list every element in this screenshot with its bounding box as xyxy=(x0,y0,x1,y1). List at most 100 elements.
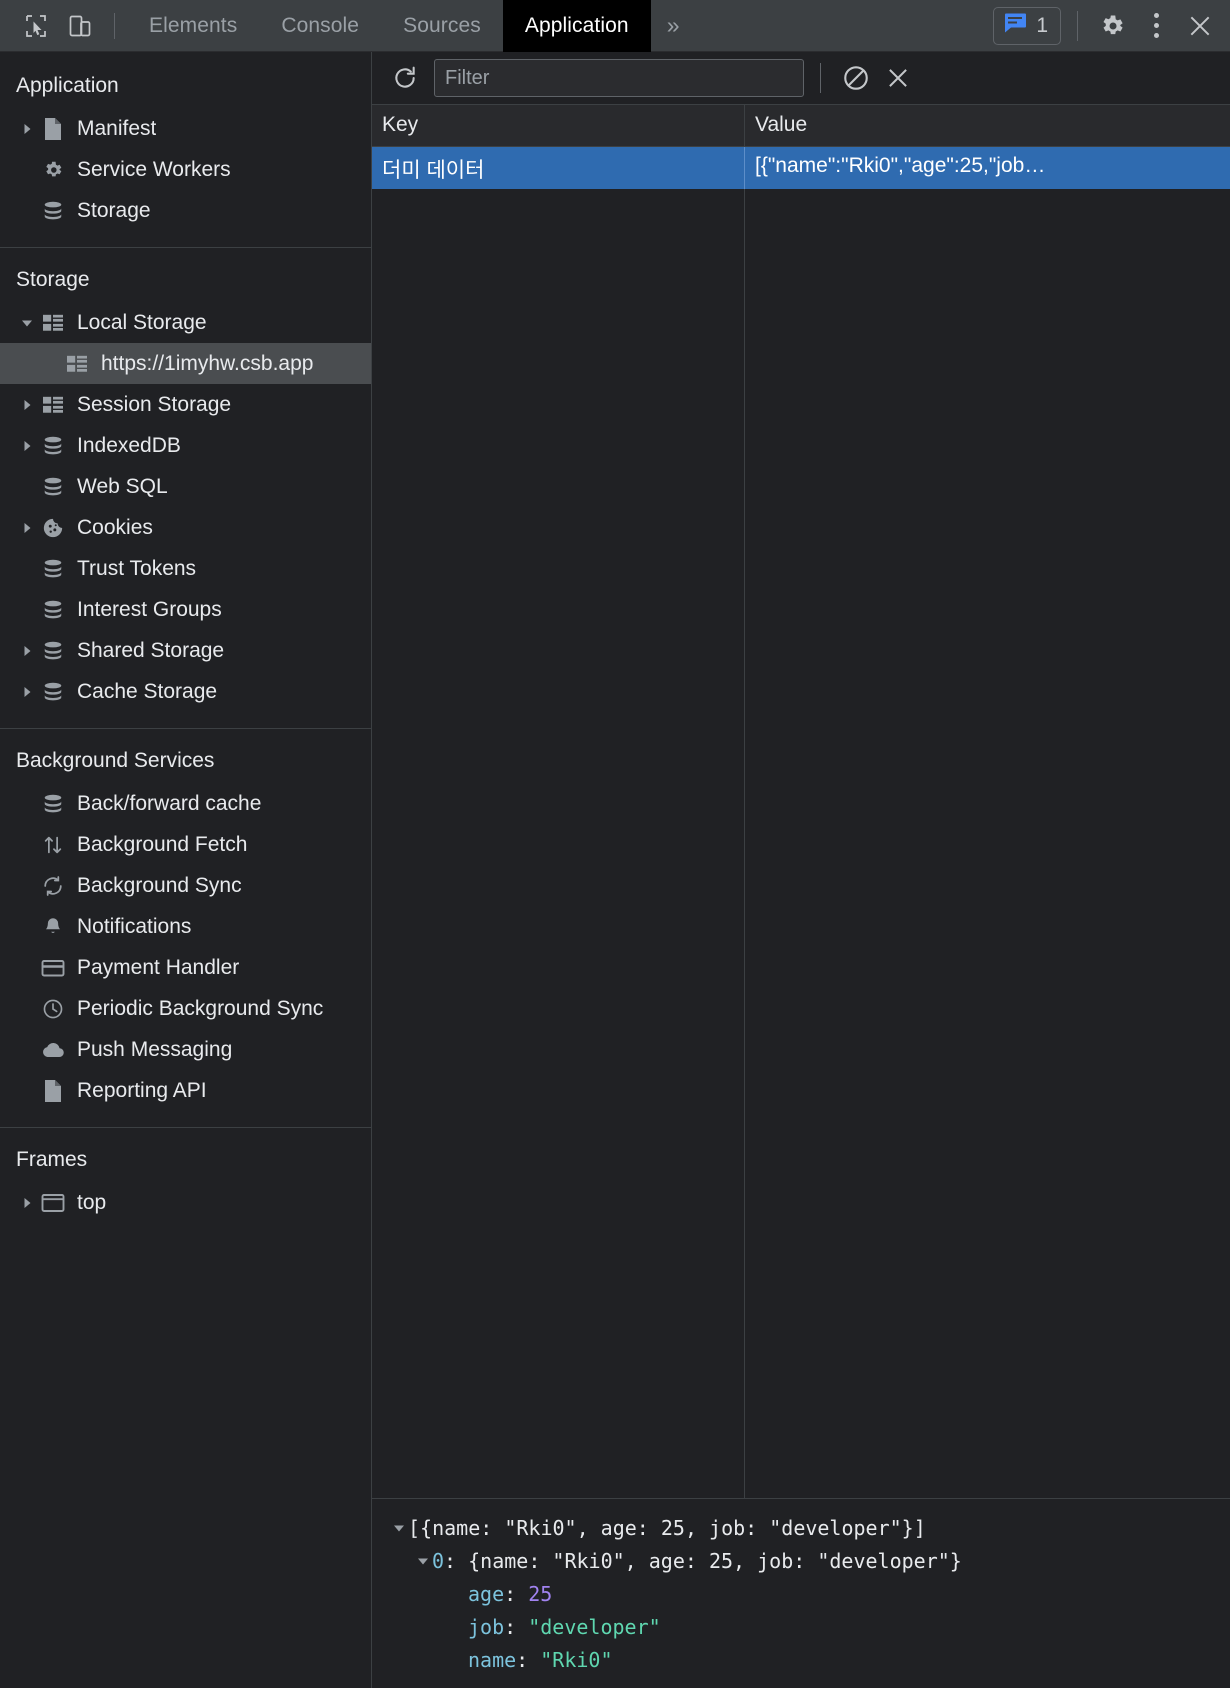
database-icon xyxy=(38,597,68,623)
sidebar-section: Application Manifest Service Workers Storag… xyxy=(0,54,371,248)
preview-line[interactable]: name: "Rki0" xyxy=(372,1643,1230,1676)
tree-twisty-collapsed-icon[interactable] xyxy=(16,1197,38,1209)
tree-twisty-collapsed-icon[interactable] xyxy=(16,686,38,698)
tab-application[interactable]: Application xyxy=(502,0,651,52)
gear-icon[interactable] xyxy=(1090,4,1134,48)
sidebar-item-payment-handler[interactable]: Payment Handler xyxy=(0,947,371,988)
sidebar-item-storage[interactable]: Storage xyxy=(0,190,371,231)
column-header-value[interactable]: Value xyxy=(745,105,1230,146)
sidebar-item-interest-groups[interactable]: Interest Groups xyxy=(0,589,371,630)
cookie-icon xyxy=(38,515,68,541)
sidebar-item-label: Storage xyxy=(77,198,151,222)
preview-line[interactable]: job: "developer" xyxy=(372,1610,1230,1643)
tree-twisty-collapsed-icon[interactable] xyxy=(16,440,38,452)
table-row[interactable]: 더미 데이터 [{"name":"Rki0","age":25,"job… xyxy=(372,147,1230,189)
sidebar-item-notifications[interactable]: Notifications xyxy=(0,906,371,947)
preview-line[interactable]: [{name: "Rki0", age: 25, job: "developer… xyxy=(372,1511,1230,1544)
sidebar-item-trust-tokens[interactable]: Trust Tokens xyxy=(0,548,371,589)
sidebar-item-session-storage[interactable]: Session Storage xyxy=(0,384,371,425)
tree-twisty-expanded-icon[interactable] xyxy=(390,1522,408,1534)
device-toolbar-icon[interactable] xyxy=(58,4,102,48)
sidebar-item-label: Cache Storage xyxy=(77,679,218,703)
toolbar-divider xyxy=(820,63,821,93)
row-key-cell[interactable]: 더미 데이터 xyxy=(372,147,745,189)
grid-empty-value-col xyxy=(745,189,1230,1498)
tab-sources-label: Sources xyxy=(403,13,481,37)
sidebar-item-background-fetch[interactable]: Background Fetch xyxy=(0,824,371,865)
sidebar-item-shared-storage[interactable]: Shared Storage xyxy=(0,630,371,671)
sidebar-item-push-messaging[interactable]: Push Messaging xyxy=(0,1029,371,1070)
cursor-select-icon[interactable] xyxy=(14,4,58,48)
sync-refresh-icon xyxy=(38,873,68,899)
sidebar-section: Storage Local Storage https://1imyhw.csb.a… xyxy=(0,248,371,729)
sidebar-item-indexeddb[interactable]: IndexedDB xyxy=(0,425,371,466)
tree-twisty-collapsed-icon[interactable] xyxy=(16,399,38,411)
gear-icon xyxy=(38,157,68,183)
grid-empty-key-col xyxy=(372,189,745,1498)
tabbar-divider xyxy=(114,12,115,39)
tree-twisty-collapsed-icon[interactable] xyxy=(16,645,38,657)
sidebar-item-label: IndexedDB xyxy=(77,433,181,457)
frame-window-icon xyxy=(38,1190,68,1216)
devtools-tabbar: Elements Console Sources Application » 1 xyxy=(0,0,1230,52)
tab-elements[interactable]: Elements xyxy=(127,0,259,52)
preview-line[interactable]: age: 25 xyxy=(372,1577,1230,1610)
preview-number-value: 25 xyxy=(528,1581,553,1606)
issues-message-icon xyxy=(1003,12,1027,39)
sidebar-item-top[interactable]: top xyxy=(0,1182,371,1223)
preview-string-value: "developer" xyxy=(528,1614,661,1639)
preview-line[interactable]: 0: {name: "Rki0", age: 25, job: "develop… xyxy=(372,1544,1230,1577)
sidebar-section-title: Frames xyxy=(16,1148,88,1171)
sidebar-item-service-workers[interactable]: Service Workers xyxy=(0,149,371,190)
sidebar-item-back-forward-cache[interactable]: Back/forward cache xyxy=(0,783,371,824)
database-icon xyxy=(38,198,68,224)
tree-twisty-collapsed-icon[interactable] xyxy=(16,522,38,534)
sidebar-item-label: Web SQL xyxy=(77,474,168,498)
sidebar-item-web-sql[interactable]: Web SQL xyxy=(0,466,371,507)
tab-sources[interactable]: Sources xyxy=(381,0,503,52)
sidebar-section: Frames top xyxy=(0,1128,371,1239)
tab-application-label: Application xyxy=(524,13,629,37)
sidebar-item-reporting-api[interactable]: Reporting API xyxy=(0,1070,371,1111)
preview-string-value: "Rki0" xyxy=(540,1647,613,1672)
sidebar-item-label: Shared Storage xyxy=(77,638,225,662)
more-tabs-chevron-icon[interactable]: » xyxy=(651,0,696,52)
issues-badge[interactable]: 1 xyxy=(993,6,1061,45)
row-value-cell[interactable]: [{"name":"Rki0","age":25,"job… xyxy=(745,147,1230,189)
tree-twisty-expanded-icon[interactable] xyxy=(16,317,38,329)
sidebar-item-label: top xyxy=(77,1190,107,1214)
close-icon[interactable] xyxy=(1178,4,1222,48)
sidebar-item-background-sync[interactable]: Background Sync xyxy=(0,865,371,906)
devtools-body: Application Manifest Service Workers Storag… xyxy=(0,52,1230,1688)
sidebar-item-cookies[interactable]: Cookies xyxy=(0,507,371,548)
preview-line-text: age: 25 xyxy=(468,1582,552,1606)
column-header-key[interactable]: Key xyxy=(372,105,745,146)
tab-console[interactable]: Console xyxy=(259,0,381,52)
main-panel: Key Value 더미 데이터 [{"name":"Rki0","age":2… xyxy=(372,52,1230,1688)
credit-card-icon xyxy=(38,955,68,981)
sidebar-item-local-storage[interactable]: Local Storage xyxy=(0,302,371,343)
arrows-updown-icon xyxy=(38,832,68,858)
preview-text: : {name: "Rki0", age: 25, job: "develope… xyxy=(444,1548,962,1573)
sidebar-item-periodic-background-sync[interactable]: Periodic Background Sync xyxy=(0,988,371,1029)
grid-empty-area xyxy=(372,189,1230,1498)
storage-data-grid: Key Value 더미 데이터 [{"name":"Rki0","age":2… xyxy=(372,105,1230,1498)
filter-input[interactable] xyxy=(434,59,804,97)
delete-x-icon[interactable] xyxy=(877,57,919,99)
preview-line-text: 0: {name: "Rki0", age: 25, job: "develop… xyxy=(432,1549,962,1573)
tree-twisty-collapsed-icon[interactable] xyxy=(16,123,38,135)
refresh-icon[interactable] xyxy=(384,57,426,99)
preview-property-name: age xyxy=(468,1581,505,1606)
tree-twisty-expanded-icon[interactable] xyxy=(414,1555,432,1567)
sidebar-item-https-1imyhw-csb-app[interactable]: https://1imyhw.csb.app xyxy=(0,343,371,384)
sidebar-item-cache-storage[interactable]: Cache Storage xyxy=(0,671,371,712)
kebab-menu-icon[interactable] xyxy=(1134,4,1178,48)
tabbar-right-controls: 1 xyxy=(993,4,1230,48)
tab-elements-label: Elements xyxy=(149,13,238,37)
application-sidebar: Application Manifest Service Workers Storag… xyxy=(0,52,372,1688)
sidebar-item-manifest[interactable]: Manifest xyxy=(0,108,371,149)
clear-all-no-entry-icon[interactable] xyxy=(835,57,877,99)
database-icon xyxy=(38,433,68,459)
sidebar-item-label: Service Workers xyxy=(77,157,231,181)
preview-text: : xyxy=(504,1614,529,1639)
